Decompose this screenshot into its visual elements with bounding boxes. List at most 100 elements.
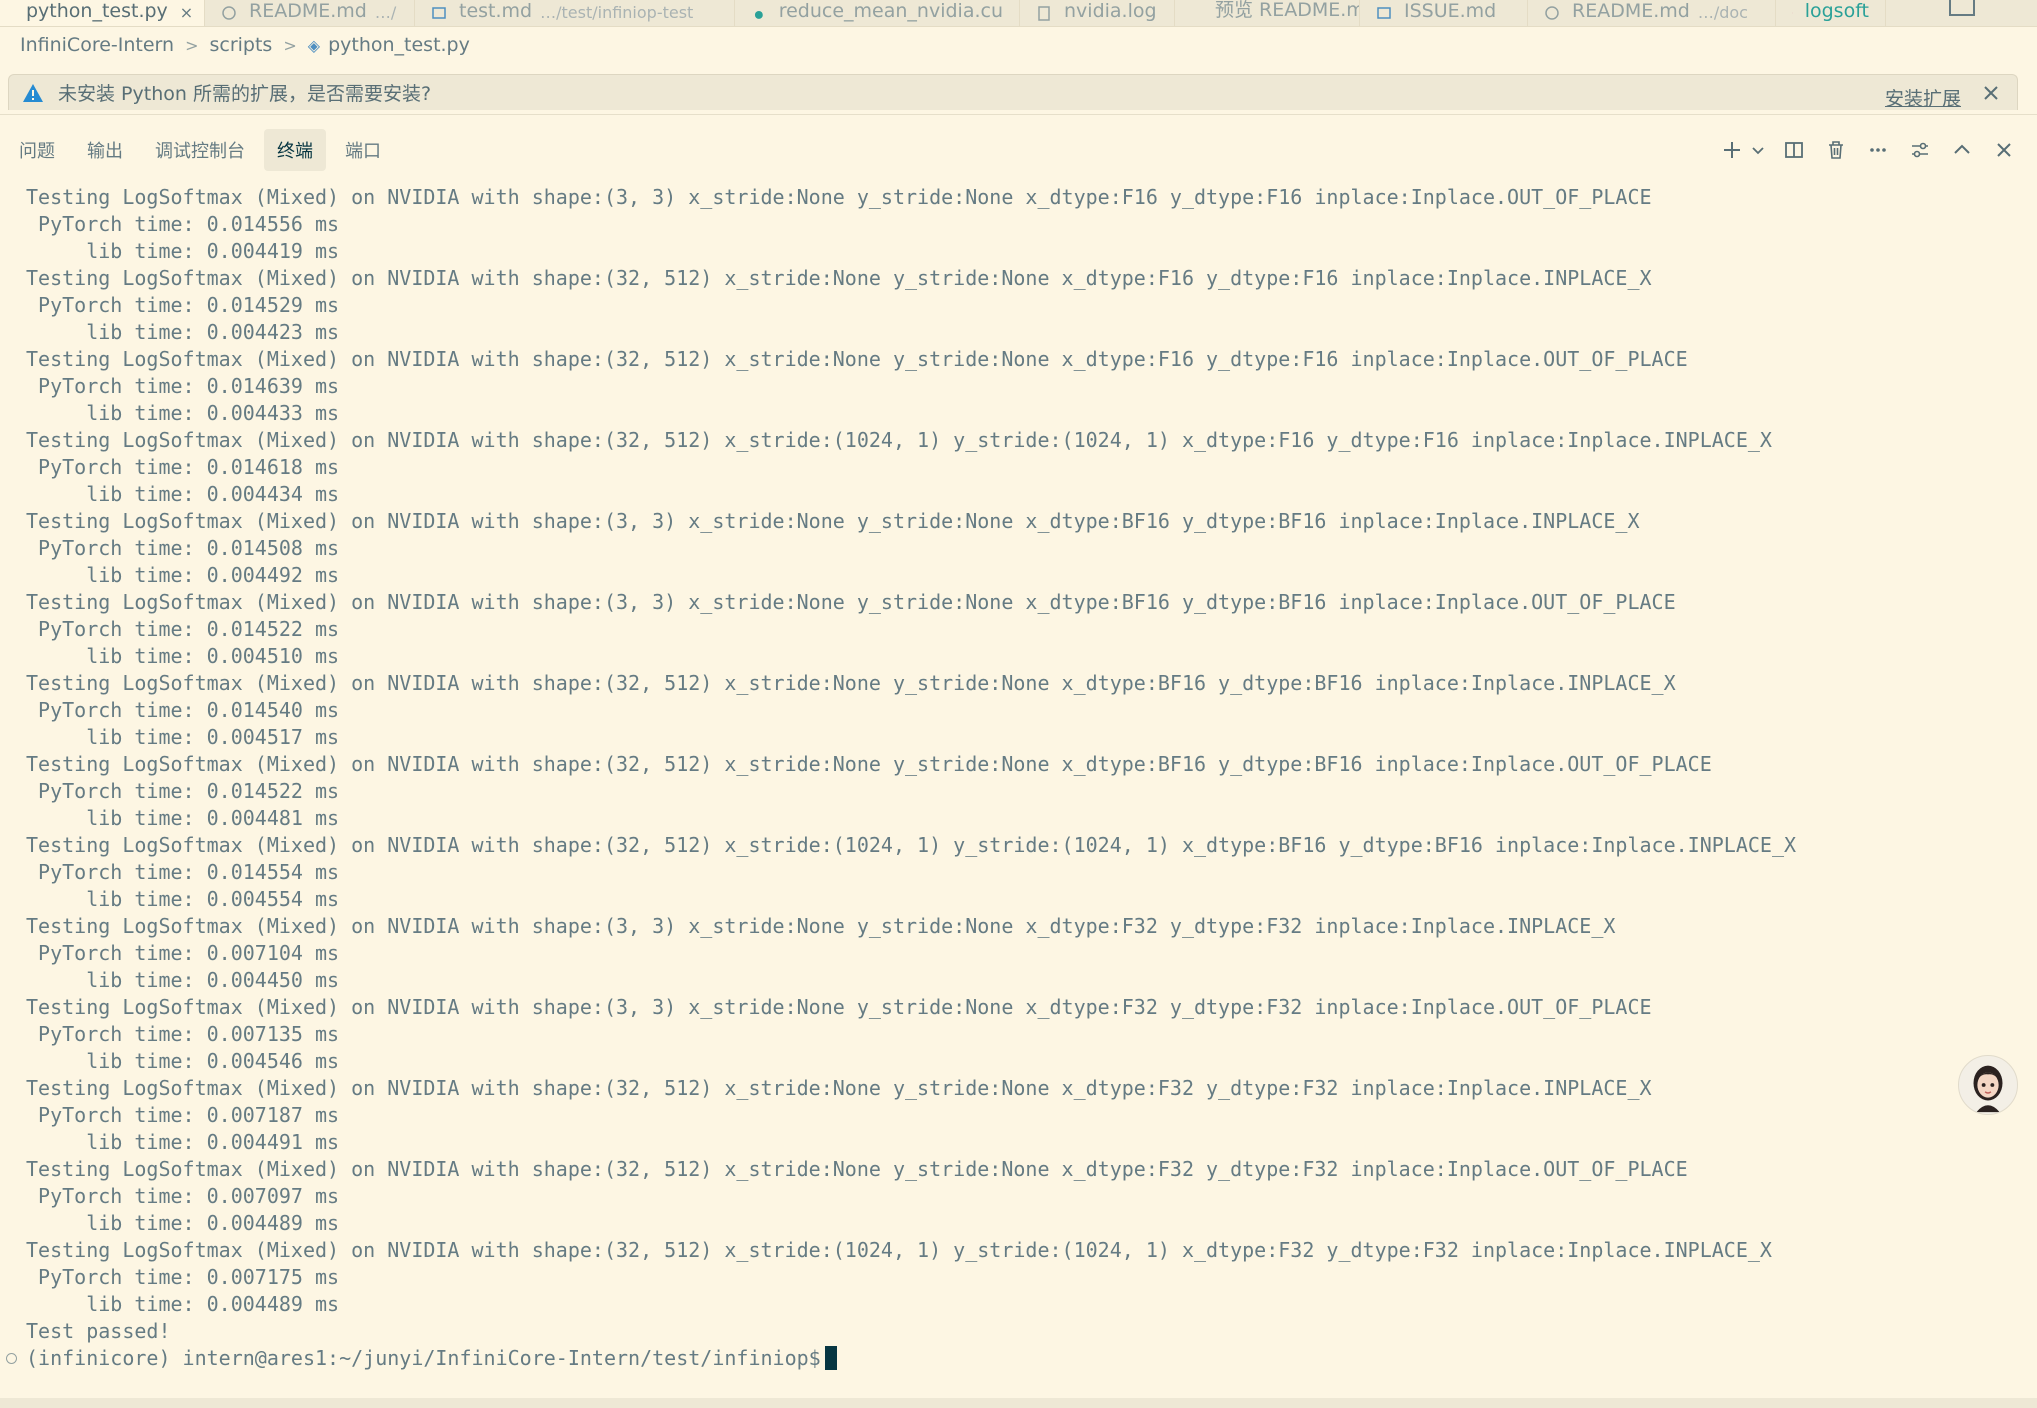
editor-tab-readme-doc[interactable]: README.md …/doc bbox=[1528, 0, 1776, 26]
terminal-output[interactable]: Testing LogSoftmax (Mixed) on NVIDIA wit… bbox=[0, 178, 2037, 1398]
terminal-prompt: (infinicore) intern@ares1:~/junyi/Infini… bbox=[26, 1346, 821, 1370]
terminal-line: lib time: 0.004492 ms bbox=[26, 563, 340, 587]
terminal-line: lib time: 0.004489 ms bbox=[26, 1292, 340, 1316]
tab-label: reduce_mean_nvidia.cu bbox=[778, 0, 1003, 22]
editor-tab-preview-readme[interactable]: 预览 README.md bbox=[1175, 0, 1360, 26]
editor-tab-issue-md[interactable]: ISSUE.md bbox=[1360, 0, 1528, 26]
breadcrumb-separator: > bbox=[283, 35, 297, 55]
tab-terminal[interactable]: 终端 bbox=[264, 129, 326, 171]
tab-label: README.md bbox=[1572, 0, 1690, 22]
tab-path: …/doc bbox=[1697, 3, 1748, 22]
chevron-up-icon bbox=[1954, 144, 1970, 154]
python-file-icon: ◈ bbox=[307, 35, 321, 55]
editor-tab-python-test[interactable]: python_test.py × bbox=[0, 0, 205, 26]
cuda-file-icon bbox=[754, 11, 763, 19]
maximize-panel-button[interactable] bbox=[1947, 135, 1977, 165]
editor-tab-nvidia-log[interactable]: nvidia.log bbox=[1020, 0, 1175, 26]
tab-label: README.md bbox=[249, 0, 367, 22]
assistant-avatar-icon[interactable] bbox=[1958, 1055, 2018, 1115]
log-file-icon bbox=[1038, 6, 1050, 21]
terminal-line: Testing LogSoftmax (Mixed) on NVIDIA wit… bbox=[26, 995, 1652, 1019]
more-icon bbox=[1870, 148, 1886, 152]
new-terminal-button[interactable] bbox=[1717, 135, 1747, 165]
tab-label: test.md bbox=[459, 0, 533, 22]
terminal-line: PyTorch time: 0.014540 ms bbox=[26, 698, 340, 722]
extension-notification: 未安装 Python 所需的扩展，是否需要安装? 安装扩展 bbox=[8, 74, 2018, 110]
terminal-line: lib time: 0.004450 ms bbox=[26, 968, 340, 992]
terminal-line: lib time: 0.004517 ms bbox=[26, 725, 340, 749]
terminal-line: Testing LogSoftmax (Mixed) on NVIDIA wit… bbox=[26, 1238, 1772, 1262]
terminal-line: lib time: 0.004481 ms bbox=[26, 806, 340, 830]
editor-tab-logsoftmax[interactable]: logsoft bbox=[1776, 0, 1886, 26]
split-icon bbox=[1785, 142, 1803, 158]
panel-tabs: 问题 输出 调试控制台 终端 端口 bbox=[6, 129, 394, 171]
plus-icon bbox=[1724, 142, 1740, 158]
file-icon bbox=[1792, 12, 1793, 14]
tab-ports[interactable]: 端口 bbox=[332, 129, 394, 171]
tab-path: …/test/infiniop-test bbox=[540, 3, 694, 22]
terminal-line: PyTorch time: 0.007175 ms bbox=[26, 1265, 340, 1289]
tab-output[interactable]: 输出 bbox=[74, 129, 136, 171]
terminal-line: PyTorch time: 0.014529 ms bbox=[26, 293, 340, 317]
terminal-line: PyTorch time: 0.007097 ms bbox=[26, 1184, 340, 1208]
close-icon bbox=[1997, 143, 2011, 157]
layout-icon[interactable] bbox=[1949, 0, 1975, 16]
markdown-file-icon bbox=[432, 7, 446, 19]
terminal-line: Testing LogSoftmax (Mixed) on NVIDIA wit… bbox=[26, 914, 1616, 938]
terminal-line: PyTorch time: 0.014556 ms bbox=[26, 212, 340, 236]
terminal-settings-button[interactable] bbox=[1905, 135, 1935, 165]
terminal-dropdown-button[interactable] bbox=[1749, 135, 1767, 165]
install-extensions-link[interactable]: 安装扩展 bbox=[1885, 84, 1961, 111]
status-strip bbox=[0, 1398, 2037, 1408]
breadcrumb-separator: > bbox=[185, 35, 199, 55]
warning-icon bbox=[23, 83, 43, 102]
tab-problems[interactable]: 问题 bbox=[6, 129, 68, 171]
terminal-line: Testing LogSoftmax (Mixed) on NVIDIA wit… bbox=[26, 671, 1676, 695]
terminal-line: Testing LogSoftmax (Mixed) on NVIDIA wit… bbox=[26, 185, 1652, 209]
more-actions-button[interactable] bbox=[1863, 135, 1893, 165]
close-panel-button[interactable] bbox=[1989, 135, 2019, 165]
tab-debug-console[interactable]: 调试控制台 bbox=[142, 129, 258, 171]
split-terminal-button[interactable] bbox=[1779, 135, 1809, 165]
close-icon[interactable] bbox=[1979, 81, 2003, 105]
terminal-line: lib time: 0.004546 ms bbox=[26, 1049, 340, 1073]
kill-terminal-button[interactable] bbox=[1821, 135, 1851, 165]
terminal-line: lib time: 0.004554 ms bbox=[26, 887, 340, 911]
terminal-line: lib time: 0.004419 ms bbox=[26, 239, 340, 263]
tab-close-icon[interactable]: × bbox=[180, 3, 193, 22]
terminal-line: Testing LogSoftmax (Mixed) on NVIDIA wit… bbox=[26, 833, 1797, 857]
terminal-line: Testing LogSoftmax (Mixed) on NVIDIA wit… bbox=[26, 509, 1640, 533]
terminal-line: lib time: 0.004510 ms bbox=[26, 644, 340, 668]
terminal-line: PyTorch time: 0.014508 ms bbox=[26, 536, 340, 560]
command-status-icon[interactable] bbox=[6, 1353, 17, 1364]
terminal-line: Testing LogSoftmax (Mixed) on NVIDIA wit… bbox=[26, 266, 1652, 290]
tab-path: …/ bbox=[374, 3, 397, 22]
terminal-line: Testing LogSoftmax (Mixed) on NVIDIA wit… bbox=[26, 347, 1688, 371]
terminal-line: lib time: 0.004491 ms bbox=[26, 1130, 340, 1154]
terminal-line: PyTorch time: 0.014639 ms bbox=[26, 374, 340, 398]
terminal-line: Testing LogSoftmax (Mixed) on NVIDIA wit… bbox=[26, 428, 1772, 452]
breadcrumb-item-project[interactable]: InfiniCore-Intern bbox=[20, 34, 174, 56]
terminal-line: lib time: 0.004433 ms bbox=[26, 401, 340, 425]
breadcrumb-item-file[interactable]: python_test.py bbox=[328, 34, 470, 56]
editor-tab-readme[interactable]: README.md …/ bbox=[205, 0, 415, 26]
terminal-prompt-line[interactable]: (infinicore) intern@ares1:~/junyi/Infini… bbox=[26, 1345, 837, 1372]
breadcrumb: InfiniCore-Intern > scripts > ◈ python_t… bbox=[20, 31, 470, 59]
info-file-icon bbox=[222, 6, 236, 20]
terminal-line: Testing LogSoftmax (Mixed) on NVIDIA wit… bbox=[26, 1076, 1652, 1100]
panel-actions bbox=[1705, 135, 2019, 165]
terminal-line: Testing LogSoftmax (Mixed) on NVIDIA wit… bbox=[26, 590, 1676, 614]
markdown-file-icon bbox=[1377, 7, 1391, 19]
panel-header: 问题 输出 调试控制台 终端 端口 bbox=[0, 114, 2037, 178]
terminal-cursor bbox=[824, 1346, 837, 1370]
terminal-line: Testing LogSoftmax (Mixed) on NVIDIA wit… bbox=[26, 752, 1712, 776]
terminal-line: lib time: 0.004423 ms bbox=[26, 320, 340, 344]
terminal-line: Testing LogSoftmax (Mixed) on NVIDIA wit… bbox=[26, 1157, 1688, 1181]
editor-tab-test-md[interactable]: test.md …/test/infiniop-test bbox=[415, 0, 735, 26]
breadcrumb-item-folder[interactable]: scripts bbox=[209, 34, 272, 56]
editor-tab-reduce-mean[interactable]: reduce_mean_nvidia.cu bbox=[735, 0, 1020, 26]
terminal-line: PyTorch time: 0.014522 ms bbox=[26, 779, 340, 803]
tab-label: nvidia.log bbox=[1064, 0, 1157, 22]
tab-label: python_test.py bbox=[26, 0, 168, 22]
terminal-line: PyTorch time: 0.007104 ms bbox=[26, 941, 340, 965]
